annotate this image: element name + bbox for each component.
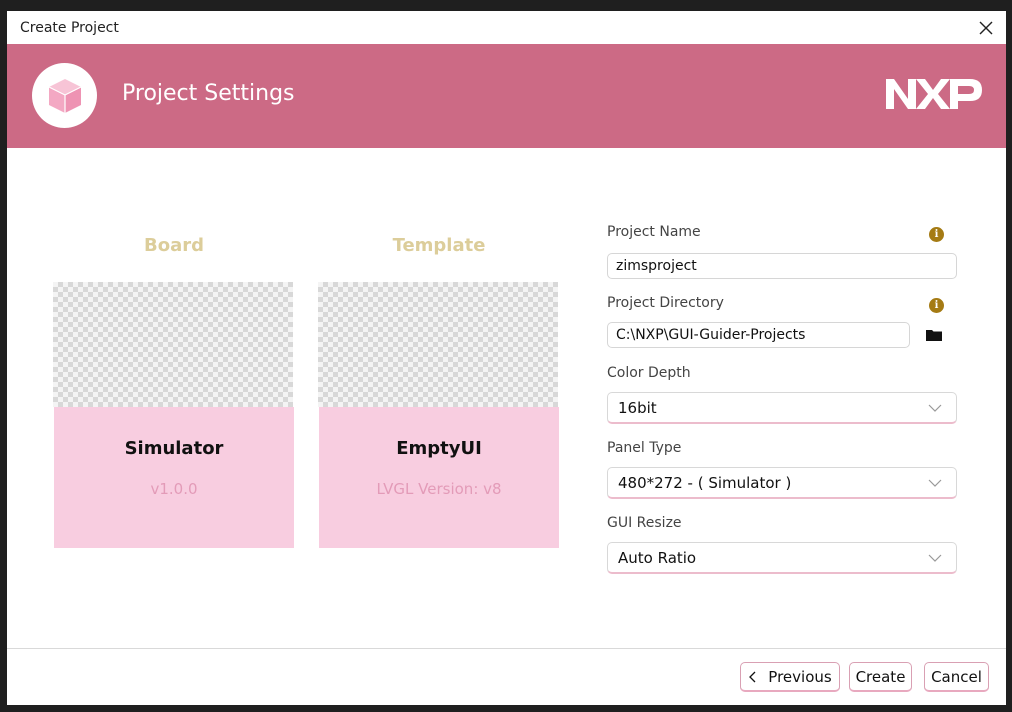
- close-icon[interactable]: [974, 16, 998, 40]
- previous-button[interactable]: Previous: [740, 662, 840, 692]
- project-directory-label: Project Directory: [607, 295, 724, 311]
- footer-divider: [7, 648, 1006, 649]
- template-card[interactable]: EmptyUI LVGL Version: v8: [318, 282, 559, 548]
- create-button[interactable]: Create: [849, 662, 912, 692]
- create-project-dialog: Create Project Project Settings Board Si…: [7, 11, 1006, 705]
- chevron-left-icon: [749, 671, 756, 682]
- browse-folder-button[interactable]: [911, 322, 956, 348]
- project-name-label: Project Name: [607, 224, 701, 240]
- board-preview-image: [53, 282, 293, 407]
- window-title: Create Project: [20, 19, 119, 36]
- project-logo: [32, 63, 97, 128]
- gui-resize-select[interactable]: Auto Ratio: [607, 542, 957, 574]
- cancel-button[interactable]: Cancel: [924, 662, 989, 692]
- template-version: LVGL Version: v8: [376, 480, 502, 498]
- cancel-label: Cancel: [931, 667, 982, 686]
- chevron-down-icon: [928, 404, 942, 412]
- cube-icon: [48, 78, 81, 113]
- page-title: Project Settings: [122, 81, 295, 106]
- project-name-input[interactable]: zimsproject: [607, 253, 957, 279]
- board-heading: Board: [144, 235, 204, 256]
- previous-label: Previous: [768, 667, 832, 686]
- color-depth-label: Color Depth: [607, 365, 691, 381]
- color-depth-select[interactable]: 16bit: [607, 392, 957, 424]
- project-directory-input[interactable]: C:\NXP\GUI-Guider-Projects: [607, 322, 910, 348]
- create-label: Create: [855, 667, 906, 686]
- info-icon[interactable]: i: [929, 227, 944, 242]
- gui-resize-label: GUI Resize: [607, 515, 682, 531]
- board-name: Simulator: [124, 438, 224, 459]
- panel-type-select[interactable]: 480*272 - ( Simulator ): [607, 467, 957, 499]
- color-depth-value: 16bit: [618, 398, 657, 417]
- template-name: EmptyUI: [396, 438, 482, 459]
- header-banner: Project Settings: [7, 44, 1006, 148]
- template-preview-image: [318, 282, 558, 407]
- panel-type-label: Panel Type: [607, 440, 682, 456]
- panel-type-value: 480*272 - ( Simulator ): [618, 473, 792, 492]
- folder-icon: [925, 330, 942, 341]
- title-bar: Create Project: [7, 11, 1006, 44]
- nxp-logo: [886, 77, 982, 115]
- board-card[interactable]: Simulator v1.0.0: [53, 282, 294, 548]
- template-info: EmptyUI LVGL Version: v8: [319, 407, 559, 548]
- gui-resize-value: Auto Ratio: [618, 548, 697, 567]
- board-version: v1.0.0: [150, 480, 198, 498]
- chevron-down-icon: [928, 479, 942, 487]
- template-heading: Template: [392, 235, 486, 256]
- info-icon[interactable]: i: [929, 298, 944, 313]
- board-info: Simulator v1.0.0: [54, 407, 294, 548]
- chevron-down-icon: [928, 554, 942, 562]
